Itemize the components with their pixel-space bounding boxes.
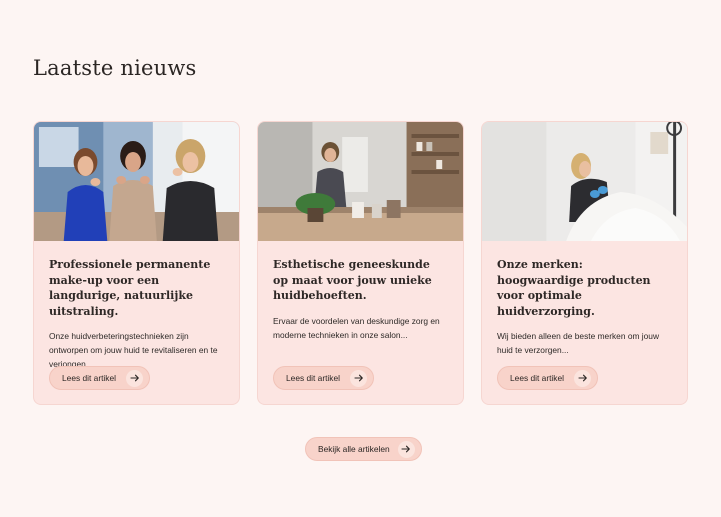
read-article-button[interactable]: Lees dit artikel xyxy=(49,366,150,390)
read-article-label: Lees dit artikel xyxy=(286,373,340,383)
article-image-treatment[interactable] xyxy=(482,122,687,241)
view-all-label: Bekijk alle artikelen xyxy=(318,444,390,454)
article-title[interactable]: Onze merken: hoogwaardige producten voor… xyxy=(497,257,672,319)
news-card-list: Professionele permanente make-up voor ee… xyxy=(33,121,688,405)
arrow-right-icon xyxy=(350,369,367,387)
arrow-right-icon xyxy=(397,440,415,458)
article-image-team[interactable] xyxy=(34,122,239,241)
read-article-label: Lees dit artikel xyxy=(510,373,564,383)
article-excerpt: Wij bieden alleen de beste merken om jou… xyxy=(497,331,660,355)
news-card[interactable]: Professionele permanente make-up voor ee… xyxy=(33,121,240,405)
article-excerpt: Ervaar de voordelen van deskundige zorg … xyxy=(273,315,440,340)
article-title[interactable]: Esthetische geneeskunde op maat voor jou… xyxy=(273,257,448,304)
arrow-right-icon xyxy=(126,369,143,387)
view-all-articles-button[interactable]: Bekijk alle artikelen xyxy=(305,437,422,461)
article-title[interactable]: Professionele permanente make-up voor ee… xyxy=(49,257,224,319)
arrow-right-icon xyxy=(574,369,591,387)
news-card[interactable]: Onze merken: hoogwaardige producten voor… xyxy=(481,121,688,405)
read-article-label: Lees dit artikel xyxy=(62,373,116,383)
read-article-button[interactable]: Lees dit artikel xyxy=(497,366,598,390)
section-title: Laatste nieuws xyxy=(33,56,197,80)
article-image-salon[interactable] xyxy=(258,122,463,241)
article-excerpt: Onze huidverbeteringstechnieken zijn ont… xyxy=(49,331,218,369)
news-card[interactable]: Esthetische geneeskunde op maat voor jou… xyxy=(257,121,464,405)
read-article-button[interactable]: Lees dit artikel xyxy=(273,366,374,390)
